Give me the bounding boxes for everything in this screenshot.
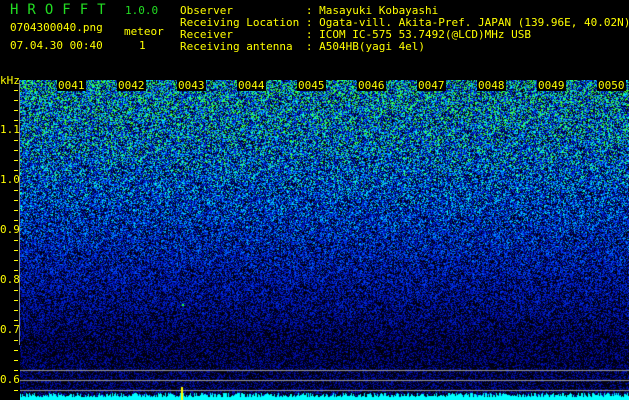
- y-minor-tick: [14, 250, 18, 251]
- y-minor-tick: [14, 210, 18, 211]
- y-minor-tick: [14, 100, 18, 101]
- meteor-label: meteor: [124, 25, 164, 38]
- app-version: 1.0.0: [125, 4, 159, 17]
- datetime: 07.04.30 00:40: [10, 39, 103, 52]
- y-minor-tick: [14, 110, 18, 111]
- app-title: HROFFT: [10, 2, 115, 18]
- y-minor-tick: [14, 320, 18, 321]
- x-tick-label: 0044: [237, 79, 266, 92]
- y-minor-tick: [14, 120, 18, 121]
- y-minor-tick: [14, 150, 18, 151]
- y-minor-tick: [14, 260, 18, 261]
- y-tick-label: 0.6: [0, 373, 20, 386]
- y-minor-tick: [14, 290, 18, 291]
- y-minor-tick: [14, 370, 18, 371]
- y-tick-label: 0.8: [0, 273, 20, 286]
- y-tick-label: 1.1: [0, 123, 20, 136]
- info-value: A504HB(yagi 4el): [319, 40, 426, 53]
- spectrogram: [20, 80, 629, 400]
- y-tick-label: 1.0: [0, 173, 20, 186]
- y-minor-tick: [14, 190, 18, 191]
- x-tick-label: 0048: [477, 79, 506, 92]
- x-tick-label: 0049: [537, 79, 566, 92]
- y-axis-label: kHz: [0, 74, 20, 87]
- y-minor-tick: [14, 220, 18, 221]
- y-minor-tick: [14, 360, 18, 361]
- y-minor-tick: [14, 350, 18, 351]
- x-tick-label: 0042: [117, 79, 146, 92]
- y-minor-tick: [14, 170, 18, 171]
- filename: 0704300040.png: [10, 21, 103, 34]
- meteor-count: 1: [139, 39, 146, 52]
- y-tick-label: 0.9: [0, 223, 20, 236]
- x-tick-label: 0046: [357, 79, 386, 92]
- info-label: Receiving antenna: [180, 40, 300, 53]
- x-tick-label: 0041: [57, 79, 86, 92]
- y-tick-label: 0.7: [0, 323, 20, 336]
- y-minor-tick: [14, 390, 18, 391]
- x-tick-label: 0043: [177, 79, 206, 92]
- y-minor-tick: [14, 310, 18, 311]
- y-minor-tick: [14, 160, 18, 161]
- y-minor-tick: [14, 300, 18, 301]
- x-tick-label: 0050: [597, 79, 626, 92]
- x-tick-label: 0045: [297, 79, 326, 92]
- y-minor-tick: [14, 270, 18, 271]
- x-tick-label: 0047: [417, 79, 446, 92]
- y-minor-tick: [14, 340, 18, 341]
- y-axis-line: [19, 80, 20, 345]
- y-minor-tick: [14, 140, 18, 141]
- y-minor-tick: [14, 240, 18, 241]
- spectrogram-canvas: [20, 80, 629, 400]
- y-minor-tick: [14, 90, 18, 91]
- info-antenna: Receiving antenna : A504HB(yagi 4el): [180, 40, 426, 53]
- y-minor-tick: [14, 200, 18, 201]
